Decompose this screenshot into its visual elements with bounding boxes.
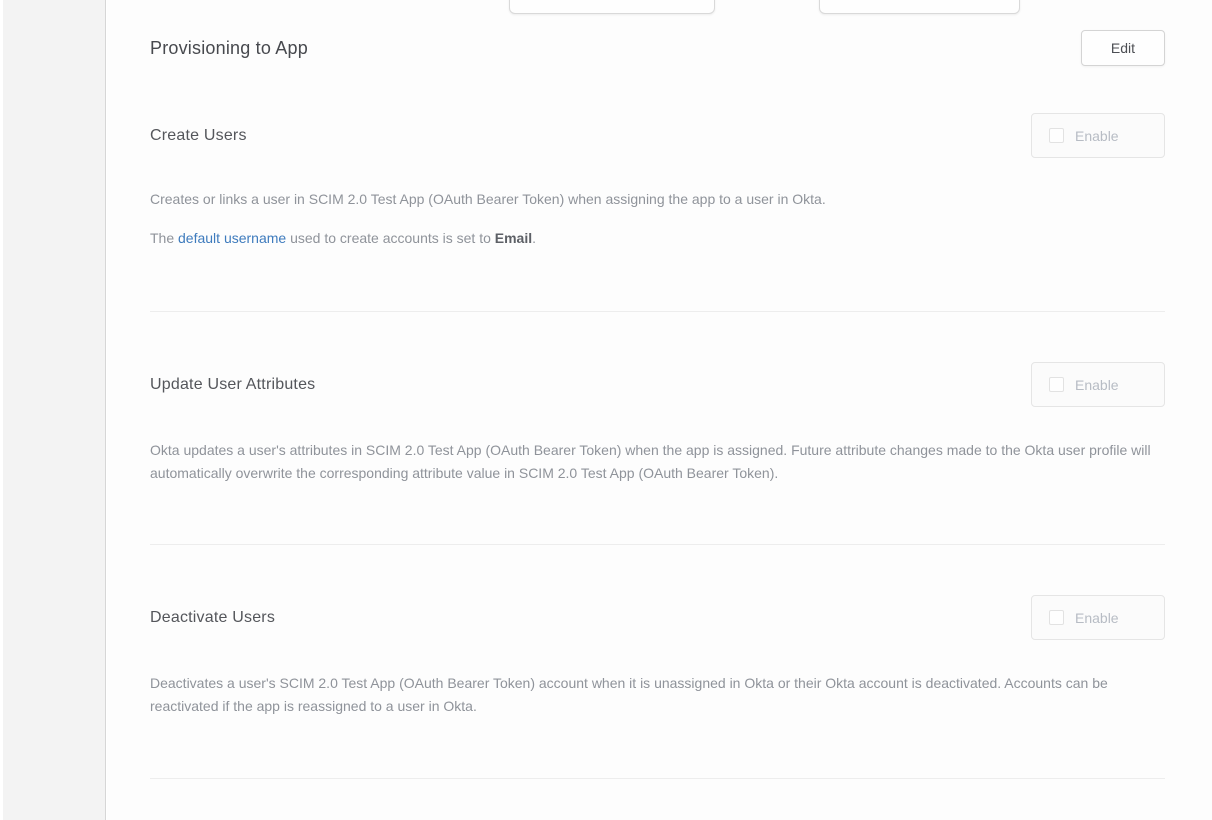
create-users-enable-toggle[interactable]: Enable: [1031, 113, 1165, 158]
create-users-description: Creates or links a user in SCIM 2.0 Test…: [150, 188, 1152, 211]
update-user-attributes-enable-toggle[interactable]: Enable: [1031, 362, 1165, 407]
section-create-users: Create Users Enable: [150, 113, 1165, 158]
left-rail: [3, 0, 106, 820]
provisioning-settings-panel: Provisioning to App Edit Create Users En…: [107, 0, 1212, 820]
enable-label: Enable: [1075, 128, 1119, 144]
default-username-link[interactable]: default username: [178, 230, 286, 246]
section-divider: [150, 311, 1165, 312]
note-suffix: .: [532, 230, 536, 246]
checkbox-icon[interactable]: [1049, 128, 1064, 143]
update-user-attributes-description: Okta updates a user's attributes in SCIM…: [150, 439, 1152, 485]
update-user-attributes-title: Update User Attributes: [150, 376, 315, 394]
provisioning-header: Provisioning to App Edit: [150, 30, 1165, 66]
checkbox-icon[interactable]: [1049, 610, 1064, 625]
section-update-user-attributes: Update User Attributes Enable: [150, 362, 1165, 407]
edit-button[interactable]: Edit: [1081, 30, 1165, 66]
checkbox-icon[interactable]: [1049, 377, 1064, 392]
deactivate-users-enable-toggle[interactable]: Enable: [1031, 595, 1165, 640]
deactivate-users-description: Deactivates a user's SCIM 2.0 Test App (…: [150, 672, 1152, 718]
default-username-note: The default username used to create acco…: [150, 227, 1165, 250]
page-title: Provisioning to App: [150, 38, 308, 59]
username-value: Email: [495, 230, 532, 246]
section-divider: [150, 778, 1165, 779]
deactivate-users-title: Deactivate Users: [150, 609, 275, 627]
truncated-input-left[interactable]: [509, 0, 715, 14]
note-middle: used to create accounts is set to: [286, 230, 495, 246]
section-deactivate-users: Deactivate Users Enable: [150, 595, 1165, 640]
enable-label: Enable: [1075, 610, 1119, 626]
enable-label: Enable: [1075, 377, 1119, 393]
note-prefix: The: [150, 230, 178, 246]
section-divider: [150, 544, 1165, 545]
create-users-title: Create Users: [150, 127, 247, 145]
truncated-input-right[interactable]: [819, 0, 1020, 14]
